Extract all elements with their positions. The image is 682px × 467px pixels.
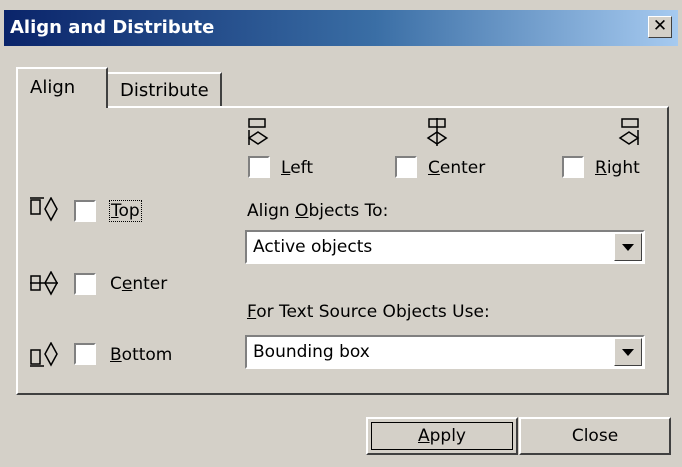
align-hcenter-label[interactable]: Center: [428, 158, 485, 178]
align-hcenter-checkbox[interactable]: [395, 156, 417, 178]
align-bottom-icon: [30, 342, 58, 367]
align-hcenter-icon: [426, 118, 448, 146]
dialog-title: Align and Distribute: [10, 17, 215, 38]
align-objects-to-select[interactable]: Active objects: [245, 230, 645, 264]
tab-distribute[interactable]: Distribute: [106, 72, 222, 106]
tab-align[interactable]: Align: [16, 67, 108, 108]
align-distribute-dialog: Align and Distribute ✕ Align Distribute …: [0, 0, 682, 467]
align-bottom-checkbox[interactable]: [74, 343, 96, 365]
align-top-icon: [30, 197, 58, 222]
align-top-label[interactable]: Top: [109, 200, 142, 222]
close-icon[interactable]: ✕: [648, 16, 672, 38]
align-objects-to-label: Align Objects To:: [247, 201, 389, 221]
text-source-value: Bounding box: [253, 342, 370, 362]
align-objects-to-value: Active objects: [253, 237, 373, 257]
align-left-label[interactable]: Left: [281, 158, 313, 178]
align-right-label[interactable]: Right: [595, 158, 640, 178]
text-source-select[interactable]: Bounding box: [245, 335, 645, 369]
align-top-checkbox[interactable]: [74, 200, 96, 222]
close-button[interactable]: Close: [519, 417, 671, 455]
align-vcenter-checkbox[interactable]: [74, 273, 96, 295]
title-bar[interactable]: Align and Distribute ✕: [4, 10, 678, 46]
chevron-down-icon[interactable]: [614, 233, 642, 261]
align-vcenter-label[interactable]: Center: [110, 274, 167, 294]
tab-align-label: Align: [30, 77, 76, 98]
align-right-checkbox[interactable]: [562, 156, 584, 178]
chevron-down-icon[interactable]: [614, 338, 642, 366]
align-left-icon: [248, 118, 269, 145]
align-right-icon: [618, 118, 640, 145]
align-bottom-label[interactable]: Bottom: [110, 345, 172, 365]
align-left-checkbox[interactable]: [248, 156, 270, 178]
align-vcenter-icon: [30, 271, 58, 296]
tab-distribute-label: Distribute: [120, 80, 209, 101]
apply-button[interactable]: Apply: [366, 417, 518, 455]
text-source-label: For Text Source Objects Use:: [247, 302, 490, 322]
